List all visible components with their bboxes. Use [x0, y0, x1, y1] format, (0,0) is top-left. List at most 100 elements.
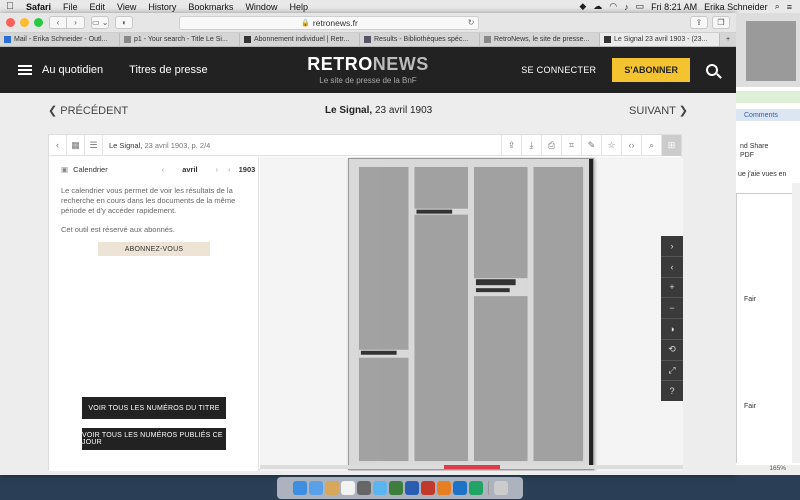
page-viewport[interactable] [260, 157, 683, 471]
privacy-shield-icon[interactable]: ◐ [115, 16, 134, 29]
tab-mail[interactable]: Mail - Erika Schneider - Outl... [0, 33, 120, 46]
list-icon[interactable]: ☰ [85, 134, 103, 156]
safari-icon[interactable] [308, 481, 323, 495]
battery-icon[interactable]: ▭ [636, 1, 645, 12]
download-icon[interactable]: ⤓ [521, 134, 541, 156]
zoom-level[interactable]: 165% [736, 465, 800, 475]
cloud-icon[interactable]: ☁ [593, 1, 602, 12]
page-scroll-thumb[interactable] [444, 465, 500, 469]
table-cell-fair-2: Fair [744, 403, 757, 410]
wifi-icon[interactable]: ◠ [609, 1, 617, 12]
nav-titres-de-presse[interactable]: Titres de presse [129, 64, 207, 76]
nav-au-quotidien[interactable]: Au quotidien [42, 64, 103, 76]
menu-app[interactable]: Safari [20, 2, 57, 12]
evernote-icon[interactable] [388, 481, 403, 495]
comments-button[interactable]: Comments [736, 109, 800, 121]
tab-abonnement[interactable]: Abonnement individuel | Retr... [240, 33, 360, 46]
help-icon[interactable]: ? [661, 381, 683, 401]
dropbox-icon[interactable]: ◆ [579, 1, 586, 12]
month-next-arrow-icon[interactable]: › [216, 165, 219, 174]
menu-help[interactable]: Help [283, 2, 314, 12]
previous-issue-link[interactable]: ❮ PRÉCÉDENT [48, 104, 128, 117]
pdf-label[interactable]: PDF [740, 152, 754, 159]
menu-history[interactable]: History [142, 2, 182, 12]
search-in-document-icon[interactable]: ⌕ [641, 134, 661, 156]
menubar-clock[interactable]: Fri 8:21 AM [651, 2, 697, 12]
tab-overview-button[interactable]: ❐ [712, 16, 730, 29]
share-label[interactable]: nd Share [740, 143, 768, 150]
calendar-app-icon[interactable] [340, 481, 355, 495]
thumbnails-icon[interactable]: ▦ [67, 134, 85, 156]
zoom-window-button[interactable] [34, 18, 43, 27]
retronews-logo[interactable]: RETRONEWS Le site de presse de la BnF [307, 54, 429, 85]
menu-file[interactable]: File [57, 2, 84, 12]
trash-icon[interactable] [493, 481, 508, 495]
word-icon[interactable] [404, 481, 419, 495]
minimize-window-button[interactable] [20, 18, 29, 27]
print-icon[interactable]: ⎙ [541, 134, 561, 156]
close-window-button[interactable] [6, 18, 15, 27]
newspaper-page-scan[interactable] [348, 158, 594, 470]
outlook-icon[interactable] [452, 481, 467, 495]
next-page-arrow-icon[interactable]: › [661, 236, 683, 257]
contacts-icon[interactable] [324, 481, 339, 495]
annotate-pencil-icon[interactable]: ✎ [581, 134, 601, 156]
zoom-in-icon[interactable]: + [661, 278, 683, 299]
spotlight-icon[interactable]: ⌕ [775, 1, 780, 12]
menu-edit[interactable]: Edit [84, 2, 112, 12]
previous-page-arrow-icon[interactable]: ‹ [661, 257, 683, 278]
month-prev-arrow-icon[interactable]: ‹ [162, 165, 165, 174]
notification-center-icon[interactable]: ≡ [787, 2, 792, 12]
finder-icon[interactable] [292, 481, 307, 495]
menu-bookmarks[interactable]: Bookmarks [182, 2, 239, 12]
view-all-same-day-issues-button[interactable]: VOIR TOUS LES NUMÉROS PUBLIÉS CE JOUR [82, 428, 226, 450]
photos-icon[interactable] [356, 481, 371, 495]
rotate-icon[interactable]: ⟲ [661, 340, 683, 361]
search-icon[interactable] [706, 64, 718, 76]
embed-code-icon[interactable]: ‹› [621, 134, 641, 156]
reload-icon[interactable]: ↻ [468, 18, 475, 27]
background-search-text[interactable]: ue j'aie vues en [738, 171, 786, 178]
page-scroll-indicator[interactable] [260, 465, 683, 469]
menubar-user[interactable]: Erika Schneider [704, 2, 768, 12]
tab-results[interactable]: Results - Bibliothèques spéc... [360, 33, 480, 46]
zoom-out-icon[interactable]: − [661, 298, 683, 319]
logo-news: NEWS [372, 54, 429, 74]
crop-icon[interactable]: ⌗ [561, 134, 581, 156]
outlook-favicon-icon [4, 36, 11, 43]
menu-window[interactable]: Window [239, 2, 283, 12]
cart-icon[interactable]: ⊞ [661, 134, 681, 156]
calendar-icon: ▣ [61, 165, 69, 174]
chrome-icon[interactable] [436, 481, 451, 495]
collapse-panel-icon[interactable]: ‹ [49, 134, 67, 156]
acrobat-icon[interactable] [420, 481, 435, 495]
sidebar-toggle-button[interactable]: ▭ ⌄ [91, 16, 110, 29]
background-app-window[interactable]: Comments nd Share PDF ue j'aie vues en F… [736, 13, 800, 475]
app-store-icon[interactable] [372, 481, 387, 495]
new-tab-button[interactable]: + [720, 33, 736, 46]
address-bar[interactable]: 🔒 retronews.fr ↻ [179, 15, 480, 30]
fullscreen-icon[interactable]: ⤢ [661, 361, 683, 382]
share-button[interactable]: ⇪ [690, 16, 708, 29]
tab-le-signal[interactable]: Le Signal 23 avril 1903 - (23... [600, 33, 720, 46]
back-button[interactable]: ‹ [49, 16, 67, 29]
tab-search[interactable]: p1 - Your search - Title Le Si... [120, 33, 240, 46]
volume-icon[interactable]: ♪ [624, 2, 629, 12]
year-prev-arrow-icon[interactable]: ‹ [228, 165, 231, 174]
login-link[interactable]: SE CONNECTER [521, 65, 596, 75]
forward-button[interactable]: › [67, 16, 85, 29]
apple-menu-icon[interactable]:  [0, 1, 20, 12]
abonnez-vous-button[interactable]: ABONNEZ-VOUS [98, 242, 210, 256]
view-all-title-issues-button[interactable]: VOIR TOUS LES NUMÉROS DU TITRE [82, 397, 226, 419]
subscribe-button[interactable]: S'ABONNER [612, 58, 690, 82]
month-selector: ‹ avril › [162, 165, 218, 174]
next-issue-link[interactable]: SUIVANT ❯ [629, 104, 688, 117]
menu-view[interactable]: View [111, 2, 142, 12]
favorite-star-icon[interactable]: ☆ [601, 134, 621, 156]
contrast-icon[interactable]: ◑ [661, 319, 683, 340]
background-scrollbar[interactable] [792, 183, 800, 463]
share-icon[interactable]: ⇪ [501, 134, 521, 156]
hamburger-menu-icon[interactable] [18, 65, 32, 75]
tab-retronews[interactable]: RetroNews, le site de presse... [480, 33, 600, 46]
excel-icon[interactable] [468, 481, 483, 495]
